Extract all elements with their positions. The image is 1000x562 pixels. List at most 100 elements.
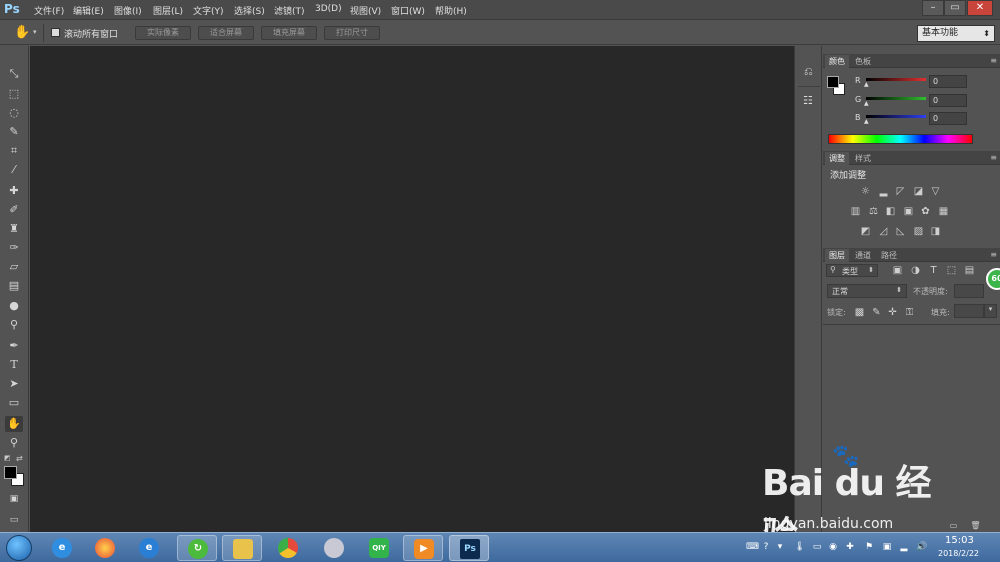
- pixel-filter-icon[interactable]: ▣: [891, 265, 904, 276]
- display-icon[interactable]: ▣: [882, 542, 892, 552]
- tab-paths[interactable]: 路径: [877, 249, 901, 262]
- delete-layer-icon[interactable]: 🗑: [969, 520, 982, 531]
- marquee-tool-icon[interactable]: ⬚: [5, 86, 23, 102]
- rectangle-tool-icon[interactable]: ▭: [5, 395, 23, 411]
- taskbar-video[interactable]: ▶: [403, 535, 443, 561]
- taskbar-refresh[interactable]: ↻: [177, 535, 217, 561]
- menu-file[interactable]: 文件(F): [34, 4, 64, 17]
- curves-icon[interactable]: ◸: [894, 186, 907, 197]
- menu-3d[interactable]: 3D(D): [315, 4, 342, 14]
- taskbar-network[interactable]: [314, 535, 354, 561]
- screen-mode-icon[interactable]: ▭: [5, 512, 23, 528]
- lock-transparent-icon[interactable]: ▩: [853, 307, 866, 318]
- dodge-tool-icon[interactable]: ⚲: [5, 317, 23, 333]
- type-filter-icon[interactable]: T: [927, 265, 940, 276]
- tab-swatches[interactable]: 色板: [851, 55, 875, 68]
- lasso-tool-icon[interactable]: ◌: [5, 105, 23, 121]
- slider-thumb-icon[interactable]: ▲: [864, 118, 869, 125]
- workspace-select[interactable]: 基本功能 ⬍: [917, 25, 995, 42]
- menu-filter[interactable]: 滤镜(T): [274, 4, 305, 17]
- menu-type[interactable]: 文字(Y): [193, 4, 224, 17]
- lock-position-icon[interactable]: ✛: [886, 307, 899, 318]
- flag-icon[interactable]: ⚑: [864, 542, 874, 552]
- fill-dropdown-chevron-icon[interactable]: ▾: [984, 304, 997, 318]
- taskbar-360[interactable]: [85, 535, 125, 561]
- eyedropper-tool-icon[interactable]: ⁄: [5, 162, 23, 178]
- smart-object-filter-icon[interactable]: ▤: [963, 265, 976, 276]
- gradient-tool-icon[interactable]: ▤: [5, 278, 23, 294]
- clock-time[interactable]: 15:03: [945, 535, 974, 546]
- menu-layer[interactable]: 图层(L): [153, 4, 183, 17]
- g-channel-slider[interactable]: [866, 97, 926, 100]
- fill-screen-button[interactable]: 填充屏幕: [261, 26, 317, 40]
- r-channel-input[interactable]: 0: [929, 75, 967, 88]
- posterize-icon[interactable]: ◿: [877, 226, 890, 237]
- menu-help[interactable]: 帮助(H): [435, 4, 467, 17]
- taskbar-ie[interactable]: e: [42, 535, 82, 561]
- g-channel-input[interactable]: 0: [929, 94, 967, 107]
- wechat-icon[interactable]: ◉: [828, 542, 838, 552]
- hand-tool-icon[interactable]: ✋: [14, 25, 30, 40]
- opacity-input[interactable]: [954, 284, 984, 298]
- b-channel-slider[interactable]: [866, 115, 926, 118]
- print-size-button[interactable]: 打印尺寸: [324, 26, 380, 40]
- keyboard-icon[interactable]: ⌨: [746, 542, 759, 552]
- foreground-color-swatch[interactable]: [4, 466, 17, 479]
- gradient-map-icon[interactable]: ▨: [912, 226, 925, 237]
- crop-tool-icon[interactable]: ⌗: [5, 143, 23, 159]
- slider-thumb-icon[interactable]: ▲: [864, 81, 869, 88]
- arrow-icon[interactable]: ▾: [775, 542, 785, 552]
- menu-select[interactable]: 选择(S): [234, 4, 265, 17]
- taskbar-photoshop[interactable]: Ps: [449, 535, 489, 561]
- taskbar-iqiyi[interactable]: QIY: [359, 535, 399, 561]
- adjustment-filter-icon[interactable]: ◑: [909, 265, 922, 276]
- layer-filter-select[interactable]: ⚲ 类型 ⬍: [826, 264, 878, 277]
- speed-badge[interactable]: 60: [986, 268, 1000, 290]
- brightness-icon[interactable]: ☼: [859, 186, 872, 197]
- taskbar-ie2[interactable]: e: [129, 535, 169, 561]
- quick-select-tool-icon[interactable]: ✎: [5, 124, 23, 140]
- taskbar-explorer[interactable]: [222, 535, 262, 561]
- levels-icon[interactable]: ▂: [877, 186, 890, 197]
- tab-color[interactable]: 颜色: [825, 55, 849, 68]
- thermometer-icon[interactable]: 🌡: [794, 542, 805, 552]
- selective-color-icon[interactable]: ◨: [929, 226, 942, 237]
- scroll-all-windows-checkbox[interactable]: [51, 28, 60, 37]
- hand-tool-icon[interactable]: ✋: [5, 416, 23, 432]
- foreground-color-swatch[interactable]: [827, 76, 839, 88]
- eraser-tool-icon[interactable]: ▱: [5, 259, 23, 275]
- close-button[interactable]: ✕: [967, 0, 993, 16]
- black-white-icon[interactable]: ◧: [884, 206, 897, 217]
- tab-styles[interactable]: 样式: [851, 152, 875, 165]
- blur-tool-icon[interactable]: ●: [5, 298, 23, 314]
- shape-filter-icon[interactable]: ⬚: [945, 265, 958, 276]
- fill-input[interactable]: [954, 304, 984, 318]
- panel-menu-icon[interactable]: ≡: [990, 153, 997, 162]
- slider-thumb-icon[interactable]: ▲: [864, 100, 869, 107]
- help-icon[interactable]: ?: [761, 542, 771, 552]
- zoom-tool-icon[interactable]: ⚲: [5, 435, 23, 451]
- clock-date[interactable]: 2018/2/22: [938, 549, 979, 558]
- channel-mixer-icon[interactable]: ✿: [919, 206, 932, 217]
- color-lookup-icon[interactable]: ▦: [937, 206, 950, 217]
- history-brush-tool-icon[interactable]: ✑: [5, 240, 23, 256]
- menu-image[interactable]: 图像(I): [114, 4, 142, 17]
- start-button[interactable]: [6, 535, 32, 561]
- move-tool-icon[interactable]: ⤡: [5, 66, 23, 82]
- invert-icon[interactable]: ◩: [859, 226, 872, 237]
- menu-window[interactable]: 窗口(W): [391, 4, 425, 17]
- lock-image-icon[interactable]: ✎: [870, 307, 883, 318]
- battery-icon[interactable]: ▭: [812, 542, 822, 552]
- r-channel-slider[interactable]: [866, 78, 926, 81]
- tab-adjustments[interactable]: 调整: [825, 152, 849, 165]
- blend-mode-select[interactable]: 正常 ⬍: [827, 284, 907, 298]
- volume-icon[interactable]: 🔊: [916, 542, 927, 552]
- tab-channels[interactable]: 通道: [851, 249, 875, 262]
- panel-menu-icon[interactable]: ≡: [990, 56, 997, 65]
- fit-screen-button[interactable]: 适合屏幕: [198, 26, 254, 40]
- photo-filter-icon[interactable]: ▣: [902, 206, 915, 217]
- properties-panel-icon[interactable]: ☷: [803, 94, 813, 107]
- default-colors-icon[interactable]: ◩: [4, 454, 11, 462]
- swap-colors-icon[interactable]: ⇄: [16, 454, 23, 463]
- vibrance-icon[interactable]: ▽: [929, 186, 942, 197]
